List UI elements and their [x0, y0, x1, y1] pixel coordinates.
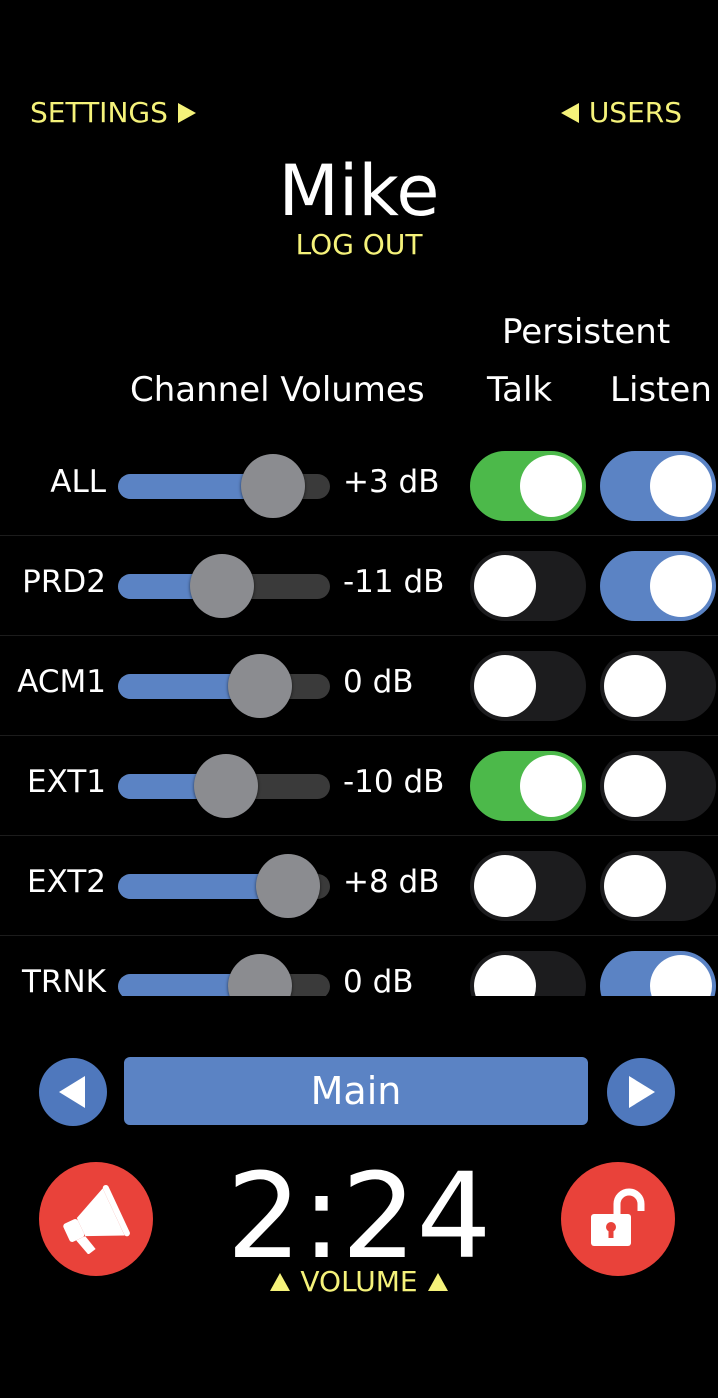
prev-page-button[interactable] — [39, 1058, 107, 1126]
listen-toggle[interactable] — [600, 951, 716, 996]
page-selector-label: Main — [310, 1069, 402, 1113]
talk-toggle[interactable] — [470, 751, 586, 821]
slider-thumb[interactable] — [255, 854, 320, 918]
channel-volume-slider[interactable] — [118, 954, 330, 996]
toggle-knob — [520, 755, 582, 817]
chevron-left-icon — [560, 102, 579, 123]
channel-volume-slider[interactable] — [118, 554, 330, 618]
logout-button[interactable]: LOG OUT — [296, 228, 423, 261]
toggle-knob — [604, 855, 666, 917]
talk-toggle[interactable] — [470, 651, 586, 721]
settings-label: SETTINGS — [30, 96, 168, 129]
channel-name: ALL — [50, 464, 106, 500]
channel-name: TRNK — [22, 964, 106, 996]
talk-header: Talk — [487, 370, 553, 410]
users-link[interactable]: USERS — [560, 96, 682, 129]
logout-row: LOG OUT — [0, 228, 718, 261]
channel-name: PRD2 — [22, 564, 106, 600]
talk-toggle[interactable] — [470, 951, 586, 996]
slider-thumb[interactable] — [240, 454, 305, 518]
page-selector[interactable]: Main — [124, 1057, 588, 1125]
channel-row: EXT2 +8 dB — [0, 836, 718, 936]
channel-name: EXT2 — [27, 864, 106, 900]
toggle-knob — [650, 955, 712, 996]
toggle-knob — [520, 455, 582, 517]
channel-volume-slider[interactable] — [118, 454, 330, 518]
chevron-up-icon — [427, 1272, 448, 1291]
channel-volumes-header: Channel Volumes — [130, 370, 425, 410]
chevron-up-icon — [270, 1272, 291, 1291]
triangle-left-icon — [59, 1076, 85, 1108]
channel-volume-value: +3 dB — [343, 464, 440, 500]
persistent-header: Persistent — [502, 312, 671, 352]
channel-volume-slider[interactable] — [118, 754, 330, 818]
unlocked-padlock-icon — [591, 1188, 645, 1246]
slider-thumb[interactable] — [194, 754, 259, 818]
volume-label: VOLUME — [300, 1265, 418, 1298]
toggle-knob — [474, 655, 536, 717]
slider-thumb[interactable] — [228, 654, 293, 718]
slider-track — [118, 974, 330, 996]
toggle-knob — [604, 755, 666, 817]
listen-toggle[interactable] — [600, 751, 716, 821]
channel-volume-slider[interactable] — [118, 854, 330, 918]
toggle-knob — [474, 555, 536, 617]
slider-thumb[interactable] — [228, 954, 293, 996]
channel-volume-value: 0 dB — [343, 664, 414, 700]
channel-row: PRD2 -11 dB — [0, 536, 718, 636]
users-label: USERS — [588, 96, 682, 129]
talk-toggle[interactable] — [470, 551, 586, 621]
listen-toggle[interactable] — [600, 451, 716, 521]
listen-header: Listen — [610, 370, 712, 410]
chevron-right-icon — [177, 102, 196, 123]
channel-volume-value: 0 dB — [343, 964, 414, 996]
lock-button[interactable] — [561, 1162, 675, 1276]
toggle-knob — [650, 555, 712, 617]
listen-toggle[interactable] — [600, 851, 716, 921]
slider-track — [118, 674, 330, 699]
channel-row: ALL +3 dB — [0, 436, 718, 536]
channel-name: ACM1 — [17, 664, 106, 700]
channel-list[interactable]: ALL +3 dB PRD2 -11 dB ACM1 0 dB EXT1 -10 dB EXT2… — [0, 436, 718, 996]
channel-volume-value: +8 dB — [343, 864, 440, 900]
channel-volume-value: -11 dB — [343, 564, 445, 600]
toggle-knob — [650, 455, 712, 517]
user-name: Mike — [278, 150, 440, 232]
slider-thumb[interactable] — [189, 554, 254, 618]
toggle-knob — [474, 955, 536, 996]
toggle-knob — [474, 855, 536, 917]
triangle-right-icon — [629, 1076, 655, 1108]
channel-row: EXT1 -10 dB — [0, 736, 718, 836]
next-page-button[interactable] — [607, 1058, 675, 1126]
talk-toggle[interactable] — [470, 851, 586, 921]
settings-link[interactable]: SETTINGS — [30, 96, 196, 129]
listen-toggle[interactable] — [600, 651, 716, 721]
channel-name: EXT1 — [27, 764, 106, 800]
listen-toggle[interactable] — [600, 551, 716, 621]
toggle-knob — [604, 655, 666, 717]
talk-toggle[interactable] — [470, 451, 586, 521]
channel-volume-slider[interactable] — [118, 654, 330, 718]
channel-volume-value: -10 dB — [343, 764, 445, 800]
channel-row: TRNK 0 dB — [0, 936, 718, 996]
channel-row: ACM1 0 dB — [0, 636, 718, 736]
